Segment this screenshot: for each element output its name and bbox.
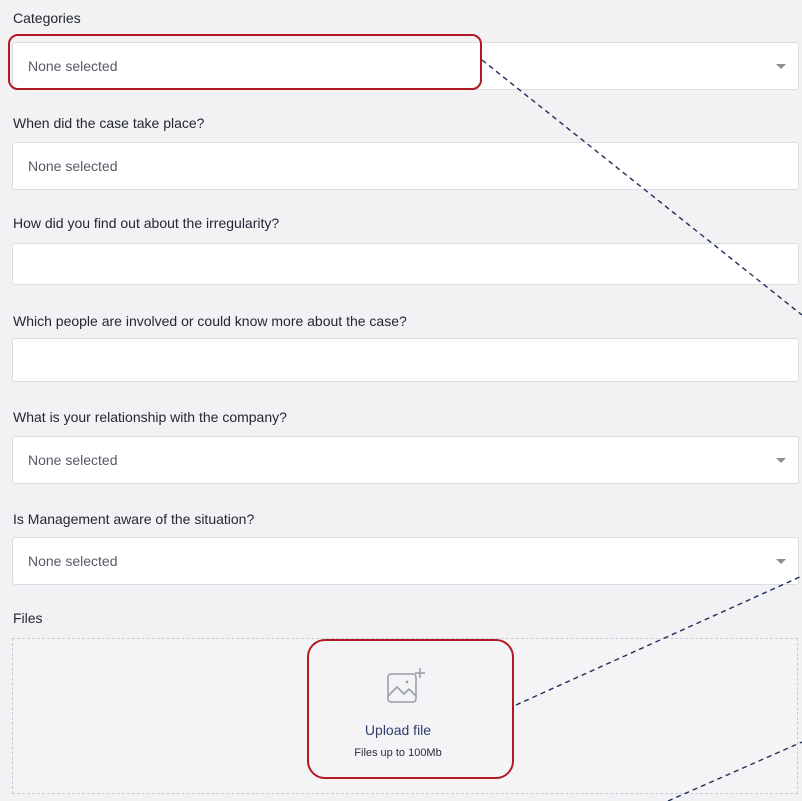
callout-lines xyxy=(481,59,802,801)
callout-line-upload xyxy=(515,575,802,706)
callout-line-bottom xyxy=(667,741,802,801)
callout-line-categories xyxy=(481,59,802,316)
